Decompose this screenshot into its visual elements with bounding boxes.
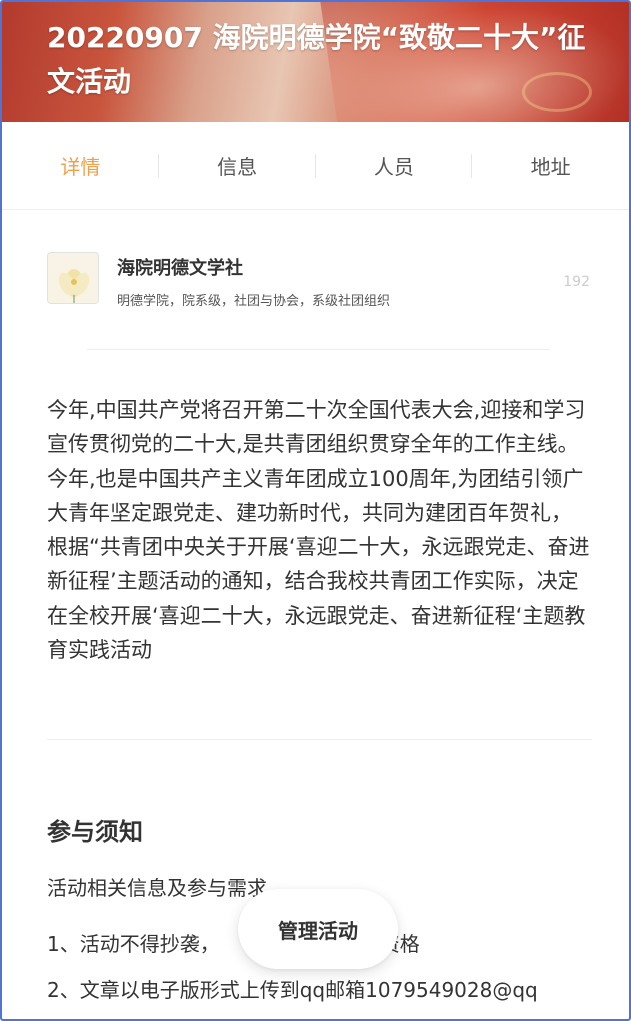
organization-name: 海院明德文学社 — [117, 258, 243, 279]
activity-description: 今年,中国共产党将召开第二十次全国代表大会,迎接和学习宣传贯彻党的二十大,是共青… — [47, 398, 590, 663]
tab-label: 详情 — [60, 155, 101, 179]
page-title: 20220907 海院明德学院“致敬二十大”征文活动 — [47, 21, 586, 98]
notice-item-text: 1、活动不得抄袭， — [47, 932, 220, 956]
organization-card[interactable]: 海院明德文学社 明德学院，院系级，社团与协会，系级社团组织 192 — [47, 250, 592, 310]
lotus-icon — [48, 253, 98, 303]
tab-label: 人员 — [373, 155, 414, 179]
manage-activity-button[interactable]: 管理活动 — [238, 889, 398, 969]
tab-label: 信息 — [217, 155, 258, 179]
tab-members[interactable]: 人员 — [316, 122, 473, 209]
tab-info[interactable]: 信息 — [159, 122, 316, 209]
tab-details[interactable]: 详情 — [2, 122, 159, 209]
notice-heading: 参与须知 — [47, 818, 143, 846]
notice-subtitle: 活动相关信息及参与需求 — [47, 876, 267, 900]
divider — [47, 739, 592, 740]
activity-banner: 20220907 海院明德学院“致敬二十大”征文活动 — [2, 2, 629, 122]
notice-item: 2、文章以电子版形式上传到qq邮箱1079549028@qq — [47, 978, 538, 1002]
tab-label: 地址 — [530, 155, 571, 179]
organization-count: 192 — [563, 274, 590, 290]
tab-bar: 详情 信息 人员 地址 — [2, 122, 629, 210]
organization-tags: 明德学院，院系级，社团与协会，系级社团组织 — [117, 294, 391, 309]
app-frame: 20220907 海院明德学院“致敬二十大”征文活动 详情 信息 人员 地址 海… — [0, 0, 631, 1021]
tab-address[interactable]: 地址 — [472, 122, 629, 209]
organization-avatar — [47, 252, 99, 304]
divider — [87, 349, 550, 350]
